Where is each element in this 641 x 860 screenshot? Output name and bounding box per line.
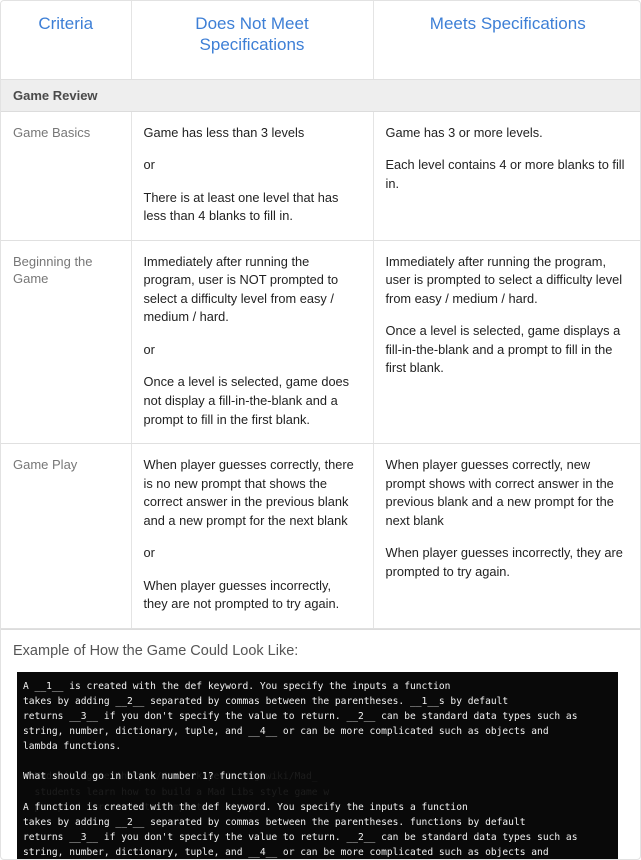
spec-paragraph: Immediately after running the program, u… xyxy=(385,253,623,306)
spec-paragraph: When player guesses correctly, new promp… xyxy=(385,457,614,528)
section-header-row: Game Review xyxy=(1,78,640,112)
spec-paragraph: When player guesses incorrectly, they ar… xyxy=(385,545,623,579)
table-row: Game Basics Game has less than 3 levels … xyxy=(1,111,640,241)
spec-paragraph: Immediately after running the program, u… xyxy=(143,253,339,325)
terminal-text: A __1__ is created with the def keyword.… xyxy=(23,679,610,859)
spec-paragraph: Each level contains 4 or more blanks to … xyxy=(385,157,625,191)
example-section: Example of How the Game Could Look Like:… xyxy=(1,628,640,859)
spec-paragraph: When player guesses correctly, there is … xyxy=(143,457,354,528)
does-not-meet-cell: When player guesses correctly, there is … xyxy=(131,443,374,629)
table-body: Game Review Game Basics Game has less th… xyxy=(1,78,640,629)
spec-paragraph: or xyxy=(143,545,155,561)
header-row: Criteria Does Not Meet Specifications Me… xyxy=(1,1,640,80)
section-label-game-review: Game Review xyxy=(1,78,640,112)
terminal-transcript: A __1__ is created with the def keyword.… xyxy=(23,680,578,858)
table-row: Game Play When player guesses correctly,… xyxy=(1,443,640,629)
meets-cell: When player guesses correctly, new promp… xyxy=(373,443,640,629)
criteria-label: Game Play xyxy=(1,443,132,629)
table-row: Beginning the Game Immediately after run… xyxy=(1,240,640,445)
rubric-card: Criteria Does Not Meet Specifications Me… xyxy=(0,0,641,860)
meets-cell: Immediately after running the program, u… xyxy=(373,240,640,445)
column-header-meets-specifications: Meets Specifications xyxy=(373,1,640,80)
criteria-label: Beginning the Game xyxy=(1,240,132,445)
spec-paragraph: Once a level is selected, game does not … xyxy=(143,374,350,427)
terminal-output: Mad Libs game (https://en.wikipedia.org/… xyxy=(17,671,618,859)
spec-paragraph: There is at least one level that has les… xyxy=(143,189,339,224)
meets-cell: Game has 3 or more levels. Each level co… xyxy=(373,111,640,241)
spec-paragraph: or xyxy=(143,157,155,173)
rubric-table: Criteria Does Not Meet Specifications Me… xyxy=(1,1,640,629)
criteria-label: Game Basics xyxy=(1,111,132,241)
column-header-does-not-meet-specifications: Does Not Meet Specifications xyxy=(131,1,374,80)
example-heading: Example of How the Game Could Look Like: xyxy=(13,642,299,659)
spec-paragraph: Game has 3 or more levels. xyxy=(385,124,543,140)
spec-paragraph: or xyxy=(143,341,155,357)
column-header-criteria: Criteria xyxy=(1,1,132,80)
does-not-meet-cell: Game has less than 3 levels or There is … xyxy=(131,111,374,241)
table-header: Criteria Does Not Meet Specifications Me… xyxy=(1,1,640,80)
spec-paragraph: Game has less than 3 levels xyxy=(143,124,305,140)
spec-paragraph: Once a level is selected, game displays … xyxy=(385,323,621,376)
spec-paragraph: When player guesses incorrectly, they ar… xyxy=(143,577,340,612)
does-not-meet-cell: Immediately after running the program, u… xyxy=(131,240,374,445)
